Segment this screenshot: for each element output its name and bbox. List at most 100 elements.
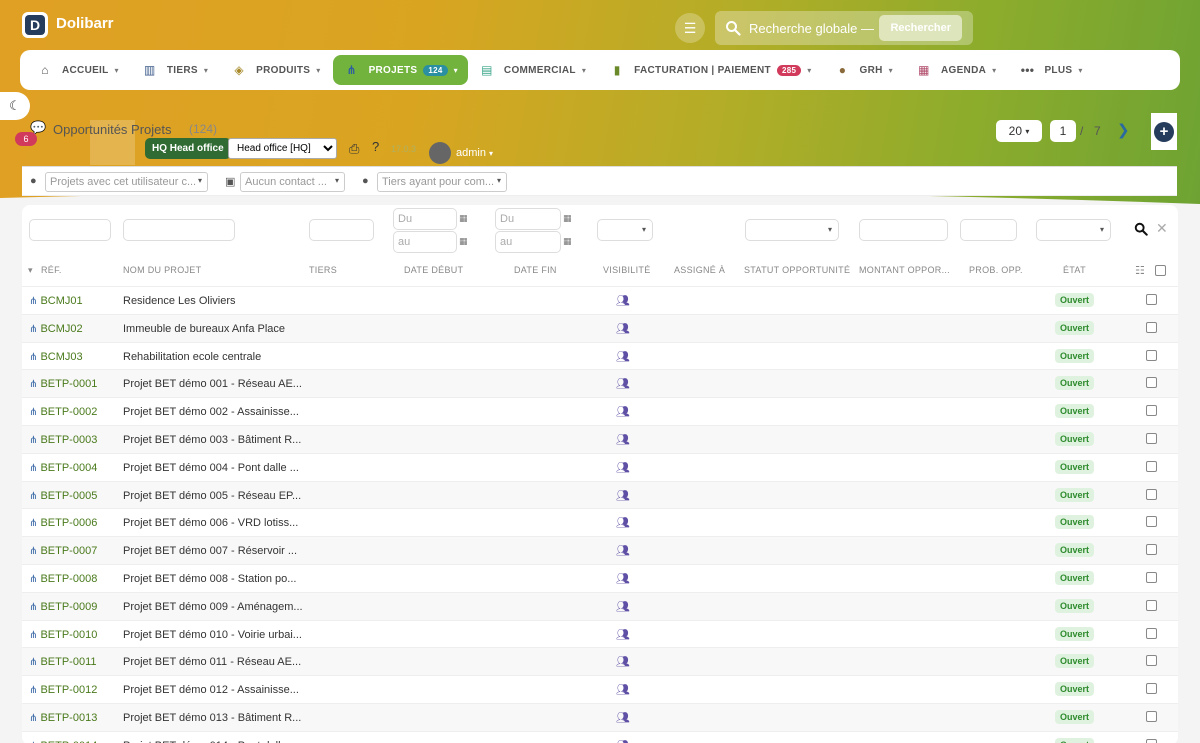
calendar-icon[interactable]: ▦	[459, 213, 468, 224]
start-date-from-input[interactable]: Du	[393, 208, 457, 230]
calendar-icon[interactable]: ▦	[563, 213, 572, 224]
row-checkbox[interactable]	[1146, 572, 1157, 583]
nav-item-accueil[interactable]: ⌂ ACCUEIL ▾	[26, 55, 131, 85]
col-visibility[interactable]: VISIBILITÉ	[603, 265, 651, 275]
contact-filter-select[interactable]: Aucun contact ... ▾	[240, 172, 345, 192]
ref-cell[interactable]: ⋔ BETP-0010	[29, 629, 97, 641]
project-ref-link[interactable]: BETP-0010	[40, 629, 97, 641]
select-all-checkbox[interactable]	[1155, 265, 1166, 276]
project-ref-link[interactable]: BCMJ02	[40, 323, 82, 335]
project-ref-link[interactable]: BCMJ01	[40, 295, 82, 307]
row-checkbox[interactable]	[1146, 294, 1157, 305]
row-checkbox[interactable]	[1146, 683, 1157, 695]
page-size-select[interactable]: 20 ▾	[996, 120, 1042, 142]
ref-cell[interactable]: ⋔ BETP-0013	[29, 712, 97, 724]
entity-select[interactable]: Head office [HQ]	[228, 138, 337, 159]
help-icon[interactable]: ?	[372, 139, 379, 154]
project-ref-link[interactable]: BETP-0007	[40, 545, 97, 557]
col-opp-status[interactable]: STATUT OPPORTUNITÉ	[744, 265, 850, 275]
row-checkbox[interactable]	[1146, 738, 1157, 743]
nav-item-commercial[interactable]: ▤ COMMERCIAL ▾	[468, 55, 598, 85]
opp-prob-filter-input[interactable]	[960, 219, 1017, 241]
entity-badge[interactable]: HQ Head office	[145, 138, 231, 159]
row-checkbox[interactable]	[1146, 599, 1157, 611]
ref-cell[interactable]: ⋔ BETP-0011	[29, 656, 97, 668]
ref-cell[interactable]: ⋔ BCMJ01	[29, 295, 83, 307]
nav-item-agenda[interactable]: ▦ AGENDA ▾	[905, 55, 1008, 85]
ref-cell[interactable]: ⋔ BETP-0012	[29, 684, 97, 696]
row-checkbox[interactable]	[1146, 488, 1157, 500]
col-opp-prob[interactable]: PROB. OPP.	[969, 265, 1023, 275]
calendar-icon[interactable]: ▦	[459, 236, 468, 247]
row-checkbox[interactable]	[1146, 711, 1157, 722]
notification-badge[interactable]: 6	[15, 132, 37, 146]
nav-item-grh[interactable]: ● GRH ▾	[824, 55, 905, 85]
ref-cell[interactable]: ⋔ BETP-0005	[29, 490, 97, 502]
project-ref-link[interactable]: BETP-0002	[40, 406, 97, 418]
page-number-input[interactable]: 1	[1050, 120, 1076, 142]
project-ref-link[interactable]: BETP-0008	[40, 573, 97, 585]
project-ref-link[interactable]: BETP-0012	[40, 684, 97, 696]
avatar[interactable]	[429, 142, 451, 164]
calendar-icon[interactable]: ▦	[563, 236, 572, 247]
col-tiers[interactable]: TIERS	[309, 265, 337, 275]
visibility-filter-select[interactable]: ▾	[597, 219, 653, 241]
project-ref-link[interactable]: BCMJ03	[40, 351, 82, 363]
row-checkbox[interactable]	[1146, 516, 1157, 528]
ref-cell[interactable]: ⋔ BETP-0001	[29, 378, 97, 390]
next-page-icon[interactable]: ❯	[1117, 121, 1130, 139]
project-ref-link[interactable]: BETP-0001	[40, 378, 97, 390]
nav-item-plus[interactable]: ••• PLUS ▾	[1008, 55, 1094, 85]
project-ref-link[interactable]: BETP-0011	[40, 656, 96, 668]
end-date-to-input[interactable]: au	[495, 231, 561, 253]
ref-cell[interactable]: ⋔ BETP-0006	[29, 517, 97, 529]
opp-amount-filter-input[interactable]	[859, 219, 948, 241]
app-title[interactable]: Dolibarr	[56, 15, 114, 32]
app-logo[interactable]: D	[22, 12, 48, 38]
user-filter-select[interactable]: Projets avec cet utilisateur c... ▾	[45, 172, 208, 192]
ref-cell[interactable]: ⋔ BETP-0009	[29, 601, 97, 613]
nav-item-facturation[interactable]: ▮ FACTURATION | PAIEMENT 285 ▾	[598, 55, 823, 85]
nav-item-projets[interactable]: ⋔ PROJETS 124 ▾	[332, 55, 468, 85]
col-start-date[interactable]: DATE DÉBUT	[404, 265, 463, 275]
row-checkbox[interactable]	[1146, 349, 1157, 361]
col-ref[interactable]: RÉF.	[41, 265, 62, 275]
sort-desc-icon[interactable]: ▾	[28, 265, 33, 276]
row-checkbox[interactable]	[1146, 321, 1157, 333]
row-checkbox[interactable]	[1146, 544, 1157, 556]
row-checkbox[interactable]	[1146, 405, 1157, 417]
tiers-filter-input[interactable]	[309, 219, 374, 241]
col-name[interactable]: NOM DU PROJET	[123, 265, 201, 275]
ref-filter-input[interactable]	[29, 219, 111, 241]
nav-item-produits[interactable]: ◈ PRODUITS ▾	[220, 55, 332, 85]
thirdparty-filter-select[interactable]: Tiers ayant pour com... ▾	[377, 172, 507, 192]
new-project-button[interactable]: +	[1151, 113, 1177, 150]
project-ref-link[interactable]: BETP-0009	[40, 601, 97, 613]
project-ref-link[interactable]: BETP-0003	[40, 434, 97, 446]
row-checkbox[interactable]	[1146, 627, 1157, 639]
start-date-to-input[interactable]: au	[393, 231, 457, 253]
search-icon[interactable]	[1134, 222, 1148, 236]
row-checkbox[interactable]	[1146, 377, 1157, 389]
clear-filter-icon[interactable]: ✕	[1156, 220, 1168, 237]
dark-mode-toggle[interactable]: ☾	[0, 92, 30, 120]
ref-cell[interactable]: ⋔ BETP-0007	[29, 545, 97, 557]
col-state[interactable]: ÉTAT	[1063, 265, 1086, 275]
ref-cell[interactable]: ⋔ BETP-0002	[29, 406, 97, 418]
opp-status-filter-select[interactable]: ▾	[745, 219, 839, 241]
project-ref-link[interactable]: BETP-0013	[40, 712, 97, 724]
user-menu[interactable]: admin ▾	[456, 147, 493, 159]
row-checkbox[interactable]	[1146, 655, 1157, 667]
print-icon[interactable]: ⎙	[349, 141, 359, 157]
project-ref-link[interactable]: BETP-0006	[40, 517, 97, 529]
ref-cell[interactable]: ⋔ BCMJ03	[29, 351, 83, 363]
hamburger-menu-icon[interactable]: ☰	[675, 13, 705, 43]
row-checkbox[interactable]	[1146, 433, 1157, 444]
nav-item-tiers[interactable]: ▥ TIERS ▾	[131, 55, 220, 85]
ref-cell[interactable]: ⋔ BCMJ02	[29, 323, 83, 335]
row-checkbox[interactable]	[1146, 460, 1157, 472]
col-assigned[interactable]: ASSIGNÉ À	[674, 265, 725, 275]
ref-cell[interactable]: ⋔ BETP-0003	[29, 434, 97, 446]
state-filter-select[interactable]: ▾	[1036, 219, 1111, 241]
name-filter-input[interactable]	[123, 219, 235, 241]
